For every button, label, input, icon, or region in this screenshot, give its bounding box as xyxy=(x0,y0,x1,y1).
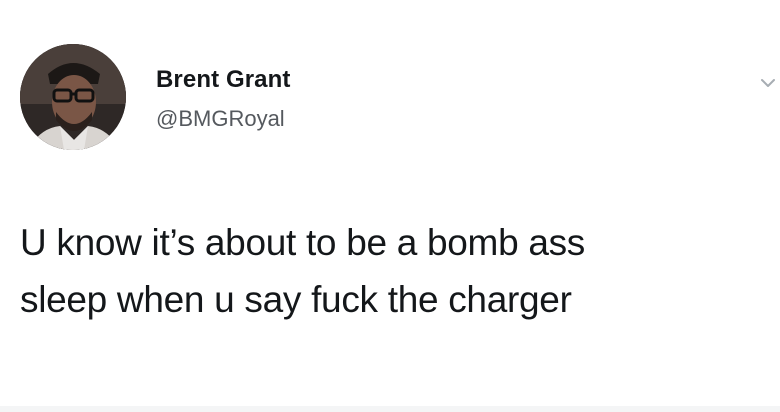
tweet-text-line: U know it’s about to be a bomb ass xyxy=(20,222,585,263)
author-display-name[interactable]: Brent Grant xyxy=(156,66,290,94)
divider xyxy=(0,406,780,412)
author-avatar[interactable] xyxy=(20,44,126,150)
tweet-text: U know it’s about to be a bomb ass sleep… xyxy=(20,214,760,328)
tweet-text-line: sleep when u say fuck the charger xyxy=(20,279,572,320)
chevron-down-icon[interactable] xyxy=(760,76,776,90)
avatar-photo-icon xyxy=(20,44,126,150)
author-handle[interactable]: @BMGRoyal xyxy=(156,106,285,132)
tweet-card: Brent Grant @BMGRoyal U know it’s about … xyxy=(0,0,780,412)
